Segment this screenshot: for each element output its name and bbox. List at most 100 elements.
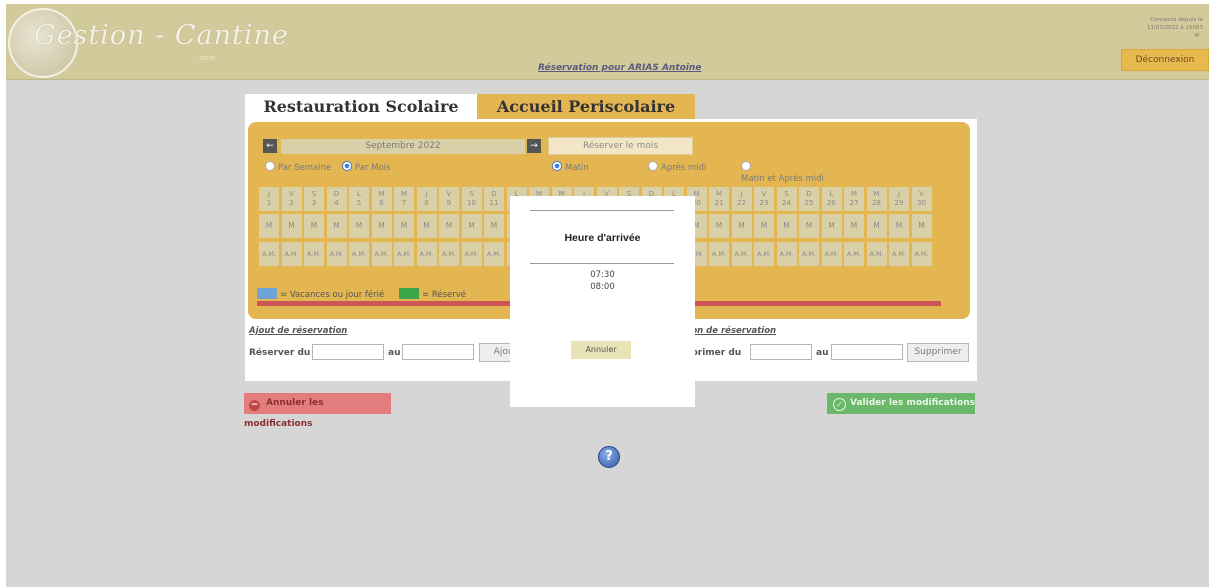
morning-slot[interactable]: M	[259, 214, 279, 238]
day-letter: J	[425, 190, 428, 198]
minus-circle-icon: −	[249, 400, 260, 411]
day-letter: S	[784, 190, 789, 198]
logo-text: Gestion - Cantine	[34, 20, 289, 51]
morning-slot[interactable]: M	[439, 214, 459, 238]
day-header: L 26	[821, 187, 842, 211]
logout-button[interactable]: Déconnexion	[1121, 49, 1209, 71]
afternoon-slot[interactable]: A.M.	[709, 242, 729, 266]
day-number: 9	[446, 199, 452, 207]
day-number: 21	[714, 199, 724, 207]
morning-slot[interactable]: M	[911, 214, 932, 238]
afternoon-slot[interactable]: A.M.	[394, 242, 414, 266]
time-option[interactable]: 08:00	[510, 282, 695, 292]
radio-circle-icon	[741, 161, 751, 171]
morning-slot[interactable]: M	[349, 214, 369, 238]
day-number: 8	[424, 199, 429, 207]
tab-restauration-scolaire[interactable]: Restauration Scolaire	[245, 94, 477, 119]
radio-label: Après midi	[661, 163, 707, 173]
legend-label: = Réservé	[422, 290, 466, 300]
validate-modifications-button[interactable]: ✓ Valider les modifications	[827, 393, 975, 414]
logo-sub: .com	[198, 54, 216, 62]
help-icon[interactable]: ?	[598, 446, 620, 468]
morning-slot[interactable]: M	[709, 214, 729, 238]
morning-slot[interactable]: M	[461, 214, 482, 238]
modal-cancel-button[interactable]: Annuler	[571, 341, 631, 359]
prev-month-icon[interactable]: ←	[263, 139, 277, 153]
morning-slot[interactable]: M	[844, 214, 864, 238]
afternoon-slot[interactable]: A.M.	[439, 242, 459, 266]
afternoon-slot[interactable]: A.M.	[754, 242, 774, 266]
morning-slot[interactable]: M	[754, 214, 774, 238]
afternoon-slot[interactable]: A.M.	[326, 242, 347, 266]
header: Gestion - Cantine .com Réservation pour …	[6, 4, 1209, 80]
radio-apres-midi[interactable]: Après midi	[648, 161, 706, 173]
day-number: 5	[356, 199, 362, 207]
reservation-title: Réservation pour ARIAS Antoine	[538, 63, 702, 73]
legend-reserve: = Réservé	[399, 288, 466, 300]
delete-from-input[interactable]	[750, 344, 812, 360]
afternoon-slot[interactable]: A.M.	[461, 242, 482, 266]
afternoon-slot[interactable]: A.M.	[371, 242, 392, 266]
legend-swatch	[257, 288, 277, 299]
afternoon-slot[interactable]: A.M.	[349, 242, 369, 266]
afternoon-slot[interactable]: A.M.	[259, 242, 279, 266]
next-month-icon[interactable]: →	[527, 139, 541, 153]
day-letter: J	[897, 190, 901, 198]
morning-slot[interactable]: M	[866, 214, 887, 238]
day-header: V2	[281, 187, 302, 211]
morning-slot[interactable]: M	[776, 214, 797, 238]
afternoon-slot[interactable]: A.M.	[281, 242, 302, 266]
afternoon-slot[interactable]: A.M.	[776, 242, 797, 266]
afternoon-slot[interactable]: A.M.	[416, 242, 437, 266]
reserve-month-button[interactable]: Réserver le mois	[548, 137, 693, 155]
day-number: 7	[401, 199, 407, 207]
modal-divider	[530, 210, 674, 211]
radio-circle-icon	[265, 161, 275, 171]
day-number: 6	[379, 199, 384, 207]
afternoon-slot[interactable]: A.M.	[844, 242, 864, 266]
afternoon-slot[interactable]: A.M.	[304, 242, 324, 266]
radio-matin-apres-midi[interactable]	[741, 161, 754, 173]
time-option[interactable]: 07:30	[510, 270, 695, 280]
afternoon-slot[interactable]: A.M.	[889, 242, 909, 266]
morning-slot[interactable]: M	[371, 214, 392, 238]
add-to-input[interactable]	[402, 344, 474, 360]
day-letter: M	[400, 190, 408, 198]
morning-slot[interactable]: M	[326, 214, 347, 238]
day-letter: D	[806, 190, 812, 198]
afternoon-slot[interactable]: A.M.	[799, 242, 819, 266]
day-number: 25	[804, 199, 814, 207]
day-number: 27	[849, 199, 859, 207]
afternoon-slot[interactable]: A.M.	[731, 242, 752, 266]
connection-info: Connecté depuis le 11/07/2022 à 15h57 IP…	[1083, 16, 1203, 40]
day-header: D4	[326, 187, 347, 211]
radio-par-mois[interactable]: Par Mois	[342, 161, 390, 173]
radio-par-semaine[interactable]: Par Semaine	[265, 161, 331, 173]
morning-slot[interactable]: M	[394, 214, 414, 238]
day-number: 29	[894, 199, 904, 207]
afternoon-slot[interactable]: A.M.	[484, 242, 504, 266]
tab-accueil-periscolaire[interactable]: Accueil Periscolaire	[477, 94, 695, 119]
afternoon-slot[interactable]: A.M.	[821, 242, 842, 266]
afternoon-slot[interactable]: A.M.	[866, 242, 887, 266]
delete-to-label: au	[816, 348, 829, 358]
morning-slot[interactable]: M	[799, 214, 819, 238]
page: Gestion - Cantine .com Réservation pour …	[6, 4, 1209, 587]
morning-slot[interactable]: M	[484, 214, 504, 238]
morning-slot[interactable]: M	[731, 214, 752, 238]
morning-slot[interactable]: M	[304, 214, 324, 238]
morning-slot[interactable]: M	[889, 214, 909, 238]
radio-matin[interactable]: Matin	[552, 161, 589, 173]
add-from-input[interactable]	[312, 344, 384, 360]
afternoon-slot[interactable]: A.M.	[911, 242, 932, 266]
connection-line: IP :	[1194, 33, 1203, 39]
delete-to-input[interactable]	[831, 344, 903, 360]
day-header: J8	[416, 187, 437, 211]
morning-slot[interactable]: M	[281, 214, 302, 238]
delete-button[interactable]: Supprimer	[907, 343, 969, 362]
legend-swatch	[399, 288, 419, 299]
legend-label: = Vacances ou jour férié	[280, 290, 385, 300]
morning-slot[interactable]: M	[821, 214, 842, 238]
morning-slot[interactable]: M	[416, 214, 437, 238]
cancel-modifications-button[interactable]: − Annuler les modifications	[244, 393, 391, 429]
